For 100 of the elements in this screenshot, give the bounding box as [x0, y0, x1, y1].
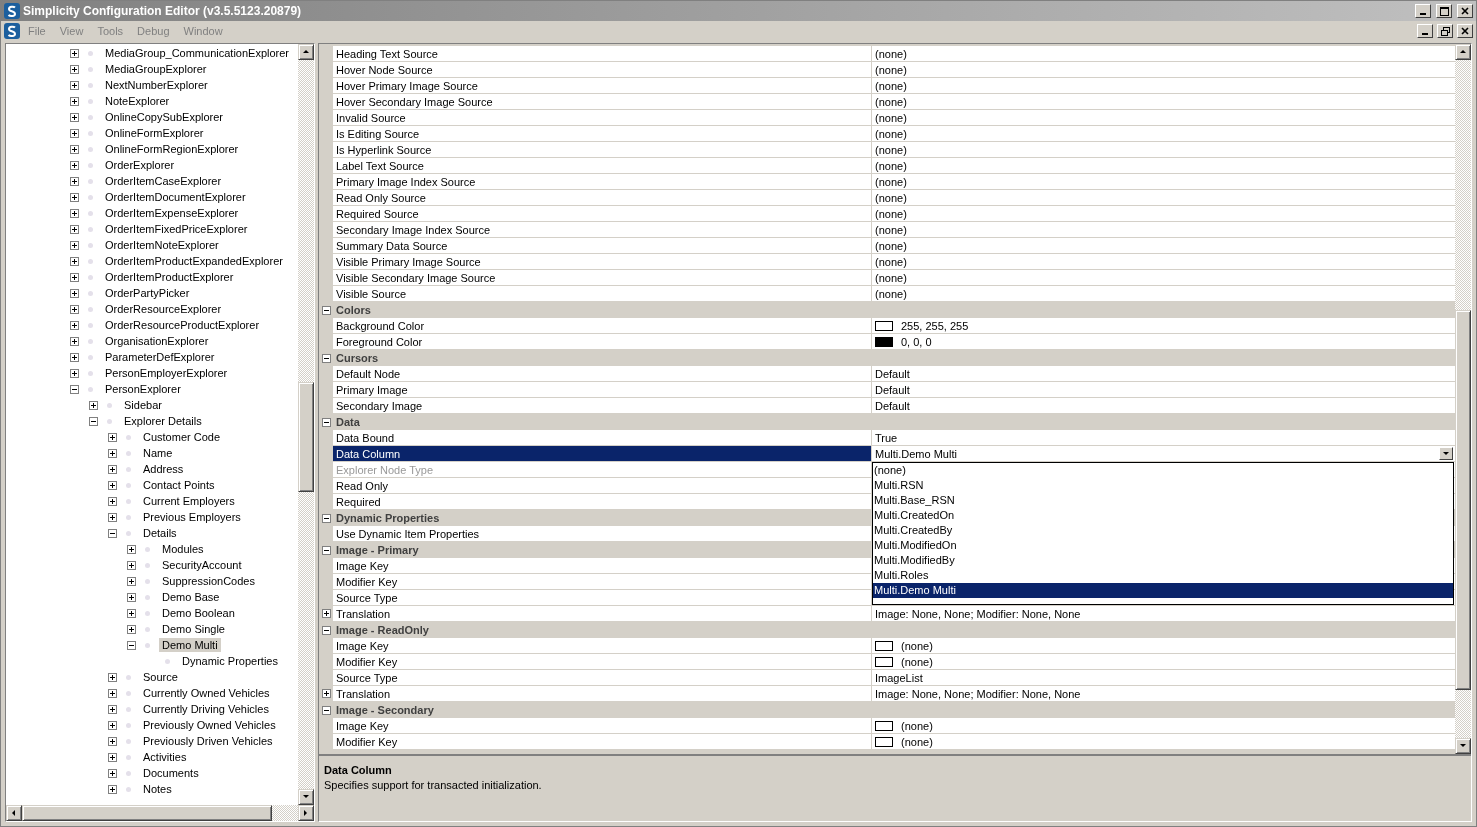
- tree-item[interactable]: OrderResourceExplorer: [102, 302, 225, 316]
- expand-icon[interactable]: [70, 224, 79, 234]
- tree-item[interactable]: Name: [140, 446, 176, 460]
- tree-item[interactable]: Address: [140, 462, 187, 476]
- expand-icon[interactable]: [70, 192, 79, 202]
- property-name[interactable]: Is Editing Source: [333, 126, 872, 141]
- tree-item[interactable]: OrderItemFixedPriceExplorer: [102, 222, 251, 236]
- tree-item[interactable]: Activities: [140, 750, 190, 764]
- property-name[interactable]: Heading Text Source: [333, 46, 872, 61]
- tree-item[interactable]: OnlineFormExplorer: [102, 126, 207, 140]
- expand-icon[interactable]: [70, 320, 79, 330]
- collapse-icon[interactable]: [321, 417, 331, 427]
- property-name[interactable]: Visible Primary Image Source: [333, 254, 872, 269]
- close-button[interactable]: [1457, 4, 1473, 18]
- tree-item[interactable]: PersonExplorer: [102, 382, 184, 396]
- expand-icon[interactable]: [108, 704, 117, 714]
- property-name[interactable]: Secondary Image Index Source: [333, 222, 872, 237]
- expand-icon[interactable]: [321, 609, 331, 618]
- property-name[interactable]: Translation: [333, 686, 872, 701]
- expand-icon[interactable]: [108, 752, 117, 762]
- minimize-button[interactable]: [1417, 24, 1433, 38]
- close-button[interactable]: [1457, 24, 1473, 38]
- property-name[interactable]: Default Node: [333, 366, 872, 381]
- minimize-button[interactable]: [1415, 4, 1431, 18]
- expand-icon[interactable]: [70, 160, 79, 170]
- property-name[interactable]: Label Text Source: [333, 158, 872, 173]
- expand-icon[interactable]: [70, 144, 79, 154]
- property-name[interactable]: Required: [333, 494, 872, 509]
- restore-button[interactable]: [1437, 24, 1453, 38]
- expand-icon[interactable]: [108, 720, 117, 730]
- collapse-icon[interactable]: [321, 305, 331, 315]
- expand-icon[interactable]: [108, 496, 117, 506]
- property-name[interactable]: Hover Primary Image Source: [333, 78, 872, 93]
- tree-item[interactable]: MediaGroup_CommunicationExplorer: [102, 46, 293, 60]
- collapse-icon[interactable]: [321, 353, 331, 363]
- expand-icon[interactable]: [321, 689, 331, 698]
- collapse-icon[interactable]: [321, 625, 331, 635]
- expand-icon[interactable]: [108, 480, 117, 490]
- tree-item[interactable]: MediaGroupExplorer: [102, 62, 210, 76]
- expand-icon[interactable]: [70, 336, 79, 346]
- tree-item[interactable]: Contact Points: [140, 478, 218, 492]
- tree-item[interactable]: ParameterDefExplorer: [102, 350, 218, 364]
- property-name[interactable]: Read Only Source: [333, 190, 872, 205]
- tree-item[interactable]: OrganisationExplorer: [102, 334, 212, 348]
- tree-item[interactable]: Documents: [140, 766, 202, 780]
- expand-icon[interactable]: [127, 624, 136, 634]
- horizontal-scrollbar[interactable]: [6, 805, 314, 821]
- expand-icon[interactable]: [108, 672, 117, 682]
- scroll-up-button[interactable]: [1455, 44, 1471, 60]
- collapse-icon[interactable]: [70, 384, 79, 394]
- tree-item[interactable]: Source: [140, 670, 181, 684]
- collapse-icon[interactable]: [108, 528, 117, 538]
- expand-icon[interactable]: [70, 176, 79, 186]
- property-name[interactable]: Read Only: [333, 478, 872, 493]
- property-name[interactable]: Primary Image: [333, 382, 872, 397]
- tree-item[interactable]: Demo Multi: [159, 638, 221, 652]
- expand-icon[interactable]: [70, 112, 79, 122]
- property-name[interactable]: Translation: [333, 606, 872, 621]
- expand-icon[interactable]: [127, 560, 136, 570]
- scroll-down-button[interactable]: [298, 789, 314, 805]
- collapse-icon[interactable]: [89, 416, 98, 426]
- tree-item[interactable]: Notes: [140, 782, 175, 796]
- scroll-thumb[interactable]: [1455, 310, 1471, 690]
- tree-item[interactable]: OnlineFormRegionExplorer: [102, 142, 242, 156]
- expand-icon[interactable]: [70, 272, 79, 282]
- expand-icon[interactable]: [108, 688, 117, 698]
- expand-icon[interactable]: [70, 128, 79, 138]
- expand-icon[interactable]: [108, 512, 117, 522]
- expand-icon[interactable]: [108, 736, 117, 746]
- tree-item[interactable]: Current Employers: [140, 494, 238, 508]
- maximize-button[interactable]: [1436, 4, 1452, 18]
- collapse-icon[interactable]: [127, 640, 136, 650]
- expand-icon[interactable]: [70, 64, 79, 74]
- property-name[interactable]: Invalid Source: [333, 110, 872, 125]
- expand-icon[interactable]: [70, 48, 79, 58]
- property-name[interactable]: Modifier Key: [333, 654, 872, 669]
- expand-icon[interactable]: [127, 544, 136, 554]
- property-name[interactable]: Primary Image Index Source: [333, 174, 872, 189]
- tree-item[interactable]: Previously Owned Vehicles: [140, 718, 279, 732]
- tree-item[interactable]: NoteExplorer: [102, 94, 173, 108]
- property-name[interactable]: Data Bound: [333, 430, 872, 445]
- tree-item[interactable]: SuppressionCodes: [159, 574, 258, 588]
- property-name[interactable]: Background Color: [333, 318, 872, 333]
- expand-icon[interactable]: [127, 608, 136, 618]
- tree-item[interactable]: SecurityAccount: [159, 558, 245, 572]
- property-name[interactable]: Data Column: [333, 446, 872, 461]
- tree-item[interactable]: OrderItemProductExpandedExplorer: [102, 254, 286, 268]
- property-name[interactable]: Hover Node Source: [333, 62, 872, 77]
- property-name[interactable]: Image Key: [333, 558, 872, 573]
- property-name[interactable]: Visible Source: [333, 286, 872, 301]
- tree-item[interactable]: Customer Code: [140, 430, 224, 444]
- tree-item[interactable]: OrderPartyPicker: [102, 286, 193, 300]
- expand-icon[interactable]: [108, 784, 117, 794]
- expand-icon[interactable]: [70, 256, 79, 266]
- property-name[interactable]: Source Type: [333, 590, 872, 605]
- scroll-up-button[interactable]: [298, 44, 314, 60]
- expand-icon[interactable]: [70, 304, 79, 314]
- expand-icon[interactable]: [108, 768, 117, 778]
- property-name[interactable]: Source Type: [333, 670, 872, 685]
- tree-item[interactable]: OrderItemDocumentExplorer: [102, 190, 249, 204]
